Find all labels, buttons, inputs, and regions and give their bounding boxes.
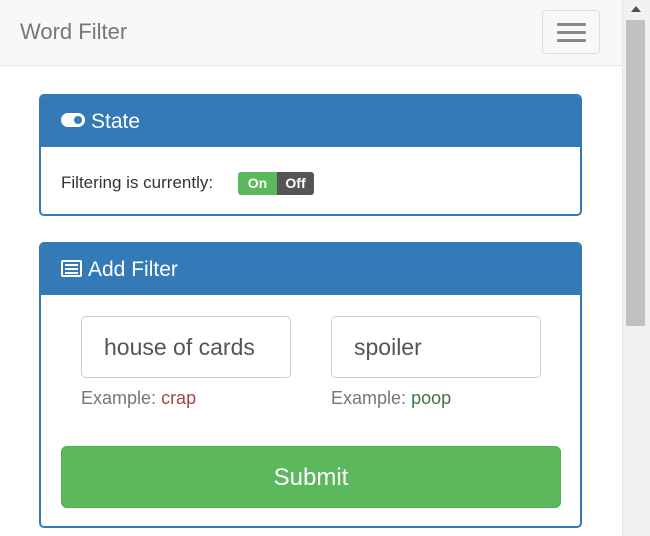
toggle-knob <box>74 116 82 125</box>
navbar-brand[interactable]: Word Filter <box>20 18 127 46</box>
switch-off-option[interactable]: Off <box>277 172 314 195</box>
filter-state-switch[interactable]: On Off <box>238 172 314 195</box>
submit-button[interactable]: Submit <box>61 446 561 508</box>
switch-on-option[interactable]: On <box>238 172 277 195</box>
hint-example-bad: crap <box>161 388 197 408</box>
list-line <box>65 267 78 270</box>
hint-prefix: Example: <box>331 388 407 408</box>
list-alt-icon <box>61 259 82 277</box>
filter-word-input[interactable] <box>81 316 291 378</box>
popup-viewport: Word Filter State Filtering is currently… <box>0 0 622 536</box>
hamburger-bar <box>557 31 586 34</box>
scrollbar-thumb[interactable] <box>626 20 645 326</box>
list-line <box>65 263 78 266</box>
add-filter-panel-title: Add Filter <box>88 258 178 281</box>
add-filter-panel-heading: Add Filter <box>41 244 580 295</box>
add-filter-panel: Add Filter Example: crap Example: poop S… <box>39 242 582 528</box>
hint-prefix: Example: <box>81 388 157 408</box>
state-panel-title: State <box>91 110 141 133</box>
hamburger-menu-icon <box>557 23 586 26</box>
list-line <box>65 271 78 274</box>
toggle-on-icon <box>61 113 85 128</box>
navbar-toggle-button[interactable] <box>542 10 600 54</box>
hint-example-good: poop <box>411 388 452 408</box>
filtering-status-label: Filtering is currently: <box>61 173 214 192</box>
hamburger-bar <box>557 39 586 42</box>
navbar: Word Filter <box>0 0 622 66</box>
state-panel-heading: State <box>41 96 580 147</box>
vertical-scrollbar[interactable] <box>622 0 650 536</box>
scroll-up-arrow-icon[interactable] <box>631 6 641 12</box>
replacement-word-input[interactable] <box>331 316 541 378</box>
replacement-word-hint: Example: poop <box>331 386 451 410</box>
state-panel: State Filtering is currently: On Off <box>39 94 582 216</box>
filter-word-hint: Example: crap <box>81 386 196 410</box>
